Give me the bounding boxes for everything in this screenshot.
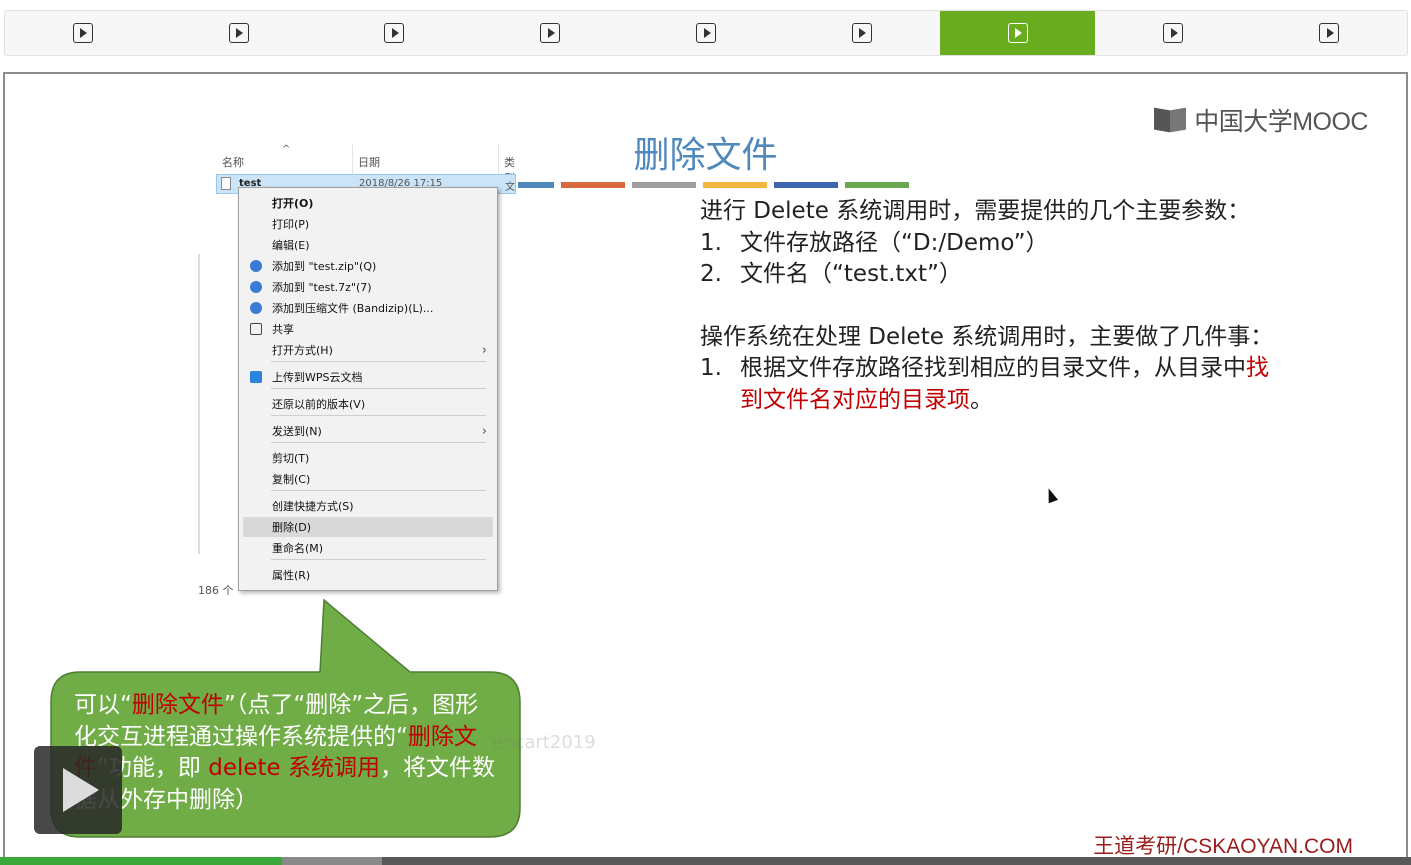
video-progress-bar[interactable] bbox=[0, 857, 1411, 865]
menu-separator bbox=[271, 490, 486, 491]
menu-item-label: 添加到压缩文件 (Bandizip)(L)... bbox=[272, 302, 434, 315]
title-stripe-6 bbox=[845, 182, 909, 188]
sort-arrow-icon: ^ bbox=[282, 144, 291, 155]
title-stripe-5 bbox=[774, 182, 838, 188]
column-name-header[interactable]: 名称 bbox=[222, 154, 244, 170]
context-menu-item[interactable]: 编辑(E) bbox=[239, 235, 497, 255]
chapter-tab-2[interactable] bbox=[161, 11, 317, 55]
menu-item-label: 打印(P) bbox=[272, 218, 310, 231]
bandizip-icon bbox=[250, 281, 262, 293]
chapter-tab-3[interactable] bbox=[317, 11, 473, 55]
bandizip-icon bbox=[250, 302, 262, 314]
chapter-tab-8[interactable] bbox=[1095, 11, 1251, 55]
context-menu-item[interactable]: 添加到 "test.7z"(7) bbox=[239, 277, 497, 297]
slide-body-text: 进行 Delete 系统调用时，需要提供的几个主要参数： 1. 文件存放路径（“D… bbox=[700, 196, 1320, 416]
play-icon bbox=[384, 23, 405, 43]
menu-item-label: 复制(C) bbox=[272, 473, 311, 486]
play-icon bbox=[1163, 23, 1184, 43]
play-icon bbox=[696, 23, 717, 43]
context-menu-item[interactable]: 属性(R) bbox=[239, 565, 497, 585]
chapter-tab-7[interactable] bbox=[939, 11, 1096, 55]
chevron-right-icon: › bbox=[481, 343, 487, 358]
menu-item-label: 上传到WPS云文档 bbox=[272, 371, 363, 384]
context-menu-item[interactable]: 打开方式(H) › bbox=[239, 340, 497, 360]
watermark: ehcart2019 bbox=[492, 732, 596, 753]
menu-separator bbox=[271, 442, 486, 443]
context-menu-item[interactable]: 剪切(T) bbox=[239, 448, 497, 468]
file-type: 文 bbox=[505, 182, 515, 193]
title-stripe-3 bbox=[632, 182, 696, 188]
menu-item-label: 创建快捷方式(S) bbox=[272, 500, 354, 513]
progress-played bbox=[0, 857, 283, 865]
explorer-column-header: 名称 ^ 日期 类型 bbox=[198, 144, 518, 185]
share-icon bbox=[250, 323, 262, 335]
title-stripe-4 bbox=[703, 182, 767, 188]
wps-cloud-icon bbox=[250, 371, 262, 383]
op-item-1: 1. 根据文件存放路径找到相应的目录文件，从目录中找到文件名对应的目录项。 bbox=[700, 355, 1269, 413]
bandizip-icon bbox=[250, 260, 262, 272]
menu-separator bbox=[271, 388, 486, 389]
chevron-right-icon: › bbox=[481, 424, 487, 439]
context-menu-item[interactable]: 还原以前的版本(V) bbox=[239, 394, 497, 414]
title-stripe-2 bbox=[561, 182, 625, 188]
context-menu: 打开(O) 打印(P) 编辑(E) 添加到 "test.zip"(Q) 添加到 "tes… bbox=[238, 187, 498, 591]
context-menu-item[interactable]: 重命名(M) bbox=[239, 538, 497, 558]
menu-item-label: 发送到(N) bbox=[272, 425, 322, 438]
chapter-tab-6[interactable] bbox=[784, 11, 940, 55]
param-item-1: 1. 文件存放路径（“D:/Demo”） bbox=[700, 229, 1049, 256]
menu-item-label: 属性(R) bbox=[272, 569, 311, 582]
params-intro: 进行 Delete 系统调用时，需要提供的几个主要参数： bbox=[700, 198, 1251, 224]
callout-text: 可以“删除文件”（点了“删除”之后，图形化交互进程通过操作系统提供的“删除文件”… bbox=[74, 692, 496, 813]
menu-item-label: 删除(D) bbox=[272, 521, 312, 534]
menu-item-label: 共享 bbox=[272, 323, 294, 336]
context-menu-item[interactable]: 添加到 "test.zip"(Q) bbox=[239, 256, 497, 276]
chapter-tab-9[interactable] bbox=[1251, 11, 1407, 55]
menu-item-label: 编辑(E) bbox=[272, 239, 310, 252]
chapter-tab-5[interactable] bbox=[628, 11, 784, 55]
ops-intro: 操作系统在处理 Delete 系统调用时，主要做了几件事： bbox=[700, 323, 1274, 350]
context-menu-item[interactable]: 发送到(N) › bbox=[239, 421, 497, 441]
video-play-button[interactable] bbox=[34, 746, 122, 834]
menu-item-label: 打开方式(H) bbox=[272, 344, 333, 357]
play-icon bbox=[1319, 23, 1340, 43]
context-menu-item[interactable]: 上传到WPS云文档 bbox=[239, 367, 497, 387]
context-menu-item[interactable]: 打印(P) bbox=[239, 214, 497, 234]
play-icon bbox=[1007, 23, 1028, 43]
play-icon bbox=[540, 23, 561, 43]
menu-item-label: 重命名(M) bbox=[272, 542, 324, 555]
play-icon bbox=[72, 23, 93, 43]
menu-item-label: 添加到 "test.7z"(7) bbox=[272, 281, 372, 294]
text-file-icon bbox=[221, 177, 231, 190]
chapter-tab-1[interactable] bbox=[5, 11, 161, 55]
menu-item-label: 还原以前的版本(V) bbox=[272, 398, 366, 411]
explorer-pane-border bbox=[198, 254, 200, 554]
title-underline-stripes bbox=[490, 182, 909, 188]
context-menu-item[interactable]: 添加到压缩文件 (Bandizip)(L)... bbox=[239, 298, 497, 318]
menu-separator bbox=[271, 415, 486, 416]
context-menu-item[interactable]: 删除(D) bbox=[243, 517, 493, 537]
menu-item-label: 打开(O) bbox=[272, 197, 314, 210]
chapter-tab-bar bbox=[4, 10, 1408, 56]
menu-item-label: 添加到 "test.zip"(Q) bbox=[272, 260, 377, 273]
menu-item-label: 剪切(T) bbox=[272, 452, 310, 465]
column-date-header[interactable]: 日期 bbox=[358, 154, 380, 170]
progress-buffered bbox=[282, 857, 383, 865]
chapter-tab-4[interactable] bbox=[472, 11, 628, 55]
menu-separator bbox=[271, 361, 486, 362]
param-item-2: 2. 文件名（“test.txt”） bbox=[700, 261, 962, 287]
context-menu-item[interactable]: 复制(C) bbox=[239, 469, 497, 489]
menu-separator bbox=[271, 559, 486, 560]
play-icon bbox=[851, 23, 872, 43]
brand-footer: 王道考研/CSKAOYAN.COM bbox=[1093, 835, 1353, 858]
context-menu-item[interactable]: 打开(O) bbox=[239, 193, 497, 213]
context-menu-item[interactable]: 创建快捷方式(S) bbox=[239, 496, 497, 516]
play-icon bbox=[228, 23, 249, 43]
context-menu-item[interactable]: 共享 bbox=[239, 319, 497, 339]
